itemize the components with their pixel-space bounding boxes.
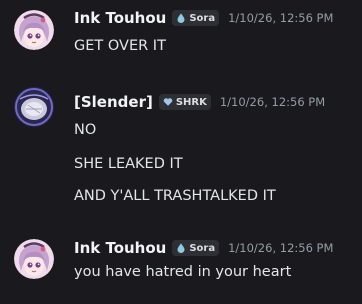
message-text: GET OVER IT	[74, 38, 166, 54]
message-header: Ink Touhou Sora 1/10/26, 12:56 PM	[74, 8, 333, 28]
server-tag[interactable]: Sora	[172, 240, 220, 256]
message-text: SHE LEAKED IT	[74, 156, 183, 172]
server-tag-label: Sora	[189, 242, 216, 254]
timestamp: 1/10/26, 12:56 PM	[219, 95, 326, 109]
server-tag-label: SHRK	[175, 96, 207, 108]
username[interactable]: [Slender]	[74, 93, 153, 111]
server-tag-label: Sora	[189, 12, 216, 24]
server-tag[interactable]: Sora	[172, 10, 220, 26]
message-text: AND Y'ALL TRASHTALKED IT	[74, 188, 276, 204]
server-tag[interactable]: SHRK	[158, 94, 211, 110]
anime-girl-avatar-icon	[14, 10, 54, 50]
timestamp: 1/10/26, 12:56 PM	[228, 11, 334, 25]
avatar[interactable]	[14, 239, 54, 279]
timestamp: 1/10/26, 12:56 PM	[228, 241, 334, 255]
avatar[interactable]	[14, 87, 54, 127]
heart-icon	[163, 98, 173, 106]
username[interactable]: Ink Touhou	[74, 9, 166, 27]
anime-girl-avatar-icon	[14, 239, 54, 279]
drop-icon	[177, 243, 185, 253]
slender-avatar-icon	[14, 87, 54, 127]
drop-icon	[177, 13, 185, 23]
username[interactable]: Ink Touhou	[74, 239, 166, 257]
avatar[interactable]	[14, 10, 54, 50]
message-header: Ink Touhou Sora 1/10/26, 12:56 PM	[74, 238, 333, 258]
message-text: you have hatred in your heart	[74, 264, 292, 280]
message-text: NO	[74, 122, 97, 138]
message-header: [Slender] SHRK 1/10/26, 12:56 PM	[74, 92, 325, 112]
